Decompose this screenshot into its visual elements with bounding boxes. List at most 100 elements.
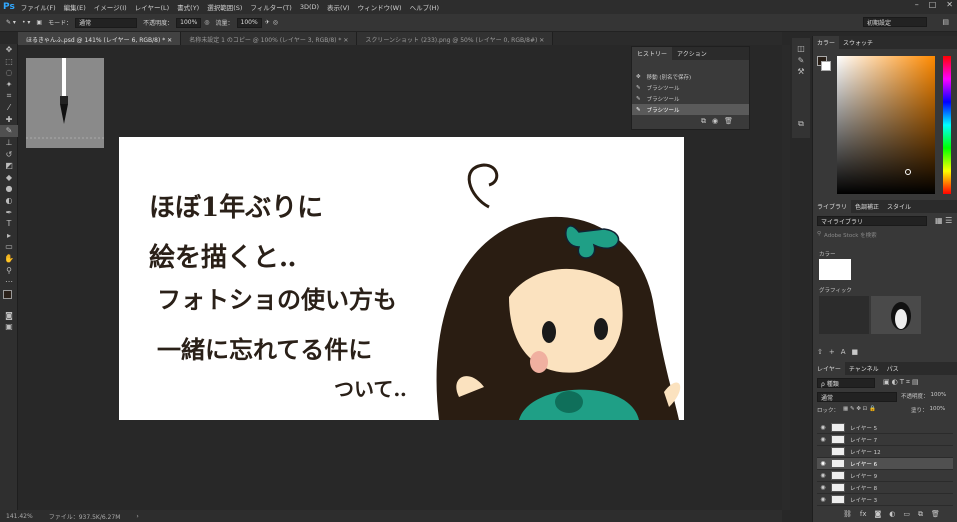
visibility-eye-icon[interactable]: ◉ [817, 472, 829, 479]
paint-bucket-icon[interactable]: ◆ [0, 172, 18, 184]
tab-swatches[interactable]: スウォッチ [839, 38, 877, 47]
tab-actions[interactable]: アクション [672, 49, 712, 58]
visibility-eye-icon[interactable]: ◉ [817, 496, 829, 503]
brush-tool-icon[interactable]: ✎ ▾ [6, 19, 16, 26]
history-panel-icon[interactable]: ◫ [792, 43, 810, 55]
type-tool-icon[interactable]: T [0, 218, 18, 230]
color-background-swatch[interactable] [821, 61, 831, 71]
layer-row[interactable]: ◉ レイヤー 7 [817, 434, 953, 446]
tab-screenshot[interactable]: スクリーンショット (233).png @ 50% (レイヤー 0, RGB/8… [357, 32, 554, 45]
library-select[interactable]: マイライブラリ [817, 216, 927, 226]
tab-color[interactable]: カラー [813, 36, 840, 49]
visibility-eye-icon[interactable]: ◉ [817, 424, 829, 431]
trash-icon[interactable]: 🗑 [724, 117, 733, 126]
move-tool-icon[interactable]: ✥ [0, 44, 18, 56]
stamp-tool-icon[interactable]: ⊥ [0, 137, 18, 149]
more-tools-icon[interactable]: ⋯ [0, 276, 18, 288]
properties-icon[interactable]: ⧉ [792, 118, 810, 130]
fx-icon[interactable]: fx [860, 510, 867, 519]
history-brush-icon[interactable]: ↺ [0, 148, 18, 160]
path-select-icon[interactable]: ▸ [0, 230, 18, 242]
new-document-icon[interactable]: ⧉ [701, 117, 706, 126]
crop-tool-icon[interactable]: ⌗ [0, 90, 18, 102]
status-arrow-icon[interactable]: › [136, 513, 138, 520]
history-item[interactable]: ✥ 移動 (別名で保存) [632, 71, 749, 82]
fill-color-icon[interactable]: ■ [852, 348, 859, 356]
layer-filter-icons[interactable]: ▣◐T⌗▤ [883, 378, 921, 387]
group-icon[interactable]: ▭ [903, 510, 910, 519]
upload-icon[interactable]: ⇧ [817, 348, 823, 356]
healing-tool-icon[interactable]: ✚ [0, 114, 18, 126]
document-canvas[interactable]: ほぼ1年ぶりに 絵を描くと‥ フォトショの使い方も 一緒に忘れてる件に ついて‥ [119, 137, 684, 420]
hue-slider[interactable] [943, 56, 951, 194]
history-item[interactable]: ✎ ブラシツール [632, 93, 749, 104]
minimize-button[interactable]: – [915, 0, 919, 9]
tab-paths[interactable]: パス [883, 364, 903, 373]
rectangle-tool-icon[interactable]: ▭ [0, 241, 18, 253]
menu-file[interactable]: ファイル(F) [21, 2, 56, 12]
color-field[interactable] [837, 56, 935, 194]
blend-mode-select[interactable]: 通常 [817, 392, 897, 402]
mask-icon[interactable]: ◙ [875, 510, 882, 519]
workspace-icon[interactable]: ▤ [942, 18, 949, 26]
eraser-tool-icon[interactable]: ◩ [0, 160, 18, 172]
zoom-level[interactable]: 141.42% [6, 513, 33, 520]
pen-tool-icon[interactable]: ✒ [0, 206, 18, 218]
menu-select[interactable]: 選択範囲(S) [207, 2, 242, 12]
foreground-color[interactable] [3, 290, 12, 300]
library-graphic-1[interactable] [819, 296, 869, 334]
tab-holkyanf[interactable]: ほるきゃんふ.psd @ 141% (レイヤー 6, RGB/8) * ✕ [18, 32, 182, 45]
menu-type[interactable]: 書式(Y) [177, 2, 199, 12]
opacity-field[interactable]: 100% [176, 17, 202, 28]
blur-tool-icon[interactable]: ● [0, 183, 18, 195]
layer-row[interactable]: ◉ レイヤー 3 [817, 494, 953, 506]
flow-field[interactable]: 100% [236, 17, 262, 28]
tab-libraries[interactable]: ライブラリ [813, 200, 852, 213]
adjustment-layer-icon[interactable]: ◐ [889, 510, 895, 519]
tab-styles[interactable]: スタイル [883, 202, 915, 211]
menu-edit[interactable]: 編集(E) [64, 2, 86, 12]
mode-select[interactable]: 通常 [75, 17, 138, 28]
hand-tool-icon[interactable]: ✋ [0, 253, 18, 265]
visibility-eye-icon[interactable]: ◉ [817, 436, 829, 443]
tab-adjustments[interactable]: 色調補正 [851, 202, 883, 211]
layer-opacity-field[interactable]: 100% [931, 392, 947, 400]
menu-filter[interactable]: フィルター(T) [250, 2, 291, 12]
layer-row[interactable]: ◉ レイヤー 5 [817, 422, 953, 434]
layer-row[interactable]: ◉ レイヤー 8 [817, 482, 953, 494]
tab-history[interactable]: ヒストリー [632, 47, 673, 60]
history-item[interactable]: ✎ ブラシツール [632, 82, 749, 93]
tab-channels[interactable]: チャンネル [845, 364, 883, 373]
add-icon[interactable]: + [829, 348, 835, 356]
screen-mode-icon[interactable]: ▣ [0, 321, 18, 333]
history-item-selected[interactable]: ✎ ブラシツール [632, 104, 749, 115]
layer-row[interactable]: レイヤー 12 [817, 446, 953, 458]
brush-tool-icon[interactable]: ✎ [0, 125, 18, 137]
new-layer-icon[interactable]: ⧉ [918, 510, 923, 519]
airbrush-icon[interactable]: ✈ [265, 19, 270, 26]
tab-layers[interactable]: レイヤー [813, 362, 845, 375]
link-icon[interactable]: ⛓ [843, 510, 852, 519]
layer-filter-select[interactable]: ρ 種類 [817, 378, 875, 388]
menu-help[interactable]: ヘルプ(H) [410, 2, 439, 12]
close-button[interactable]: ✕ [946, 0, 953, 9]
quick-select-tool-icon[interactable]: ✦ [0, 79, 18, 91]
visibility-eye-icon[interactable]: ◉ [817, 484, 829, 491]
menu-image[interactable]: イメージ(I) [94, 2, 127, 12]
library-graphic-penguin[interactable] [871, 296, 921, 334]
quick-mask-icon[interactable]: ◙ [0, 309, 18, 321]
lasso-tool-icon[interactable]: ◌ [0, 67, 18, 79]
layer-fill-field[interactable]: 100% [930, 406, 946, 414]
brush-settings-icon[interactable]: ✎ [792, 55, 810, 67]
brush-size-icon[interactable]: • ▾ [22, 19, 30, 26]
pressure-opacity-icon[interactable]: ◎ [204, 19, 209, 26]
menu-view[interactable]: 表示(V) [327, 2, 350, 12]
grid-view-icon[interactable]: ▦ ☰ [935, 216, 952, 225]
lock-icons[interactable]: ▦ ✎ ✥ ⊡ 🔒 [843, 406, 876, 414]
dodge-tool-icon[interactable]: ◐ [0, 195, 18, 207]
delete-layer-icon[interactable]: 🗑 [931, 510, 940, 519]
text-icon[interactable]: A [841, 348, 846, 356]
adobe-stock-search[interactable]: Adobe Stock を検索 [824, 231, 877, 241]
color-swatches[interactable] [0, 287, 17, 309]
menu-window[interactable]: ウィンドウ(W) [358, 2, 402, 12]
